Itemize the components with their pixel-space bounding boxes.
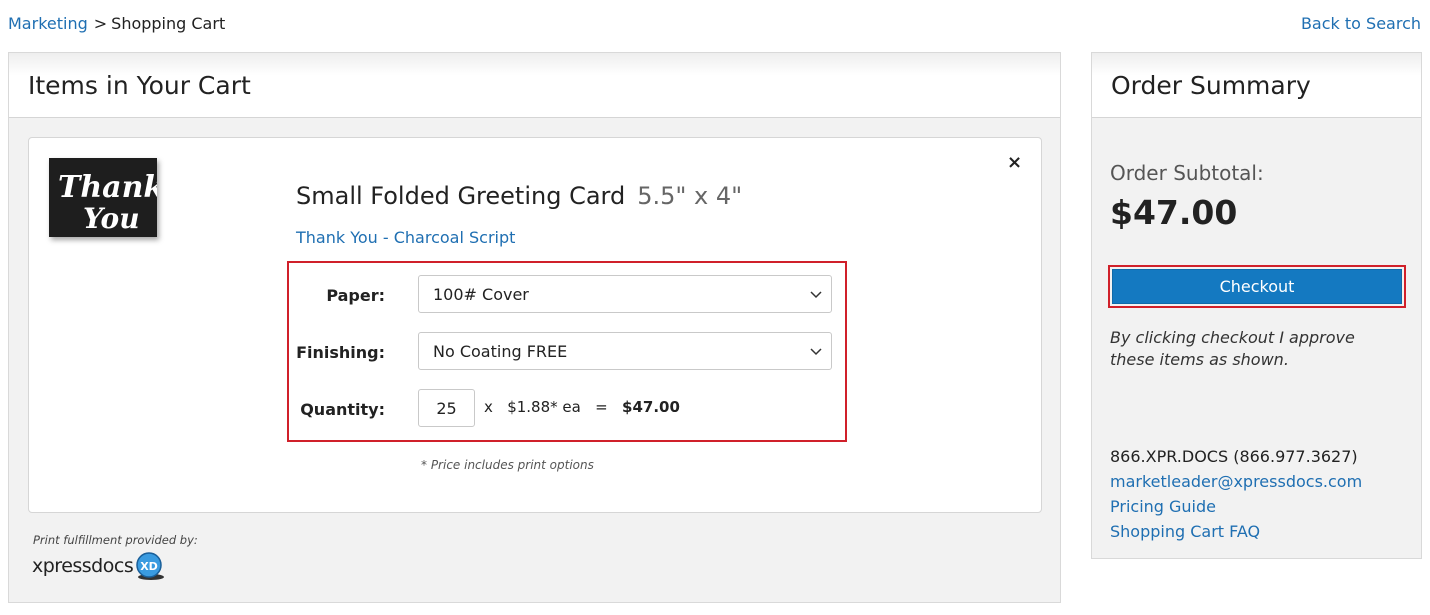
xpressdocs-logo-icon: XD: [136, 552, 165, 580]
approve-note: By clicking checkout I approve these ite…: [1110, 328, 1355, 369]
thumbnail-word-1: Thank: [58, 170, 157, 205]
fulfillment-note: Print fulfillment provided by:: [33, 533, 198, 547]
multiply-sign: x: [484, 398, 493, 416]
contact-info: 866.XPR.DOCS (866.977.3627) marketleader…: [1110, 444, 1362, 544]
checkout-highlight-box: Checkout: [1108, 265, 1406, 308]
product-design-link[interactable]: Thank You - Charcoal Script: [296, 228, 515, 247]
quantity-label: Quantity:: [300, 400, 385, 419]
price-calculation: x $1.88* ea = $47.00: [484, 398, 680, 416]
cart-header: Items in Your Cart: [9, 53, 1060, 118]
remove-item-close-icon[interactable]: ×: [1007, 152, 1022, 173]
breadcrumb: Marketing > Shopping Cart: [8, 14, 225, 33]
order-summary-panel: Order Summary Order Subtotal: $47.00 Che…: [1091, 52, 1422, 559]
checkout-button[interactable]: Checkout: [1112, 269, 1402, 304]
subtotal-label: Order Subtotal:: [1110, 161, 1264, 185]
phone-number: 866.XPR.DOCS (866.977.3627): [1110, 447, 1358, 466]
breadcrumb-current: Shopping Cart: [111, 14, 226, 33]
provider-badge-text: XD: [140, 560, 158, 573]
shopping-cart-faq-link[interactable]: Shopping Cart FAQ: [1110, 519, 1362, 544]
product-size: 5.5" x 4": [637, 182, 743, 210]
line-total: $47.00: [622, 398, 680, 416]
chevron-down-icon: [810, 348, 822, 356]
cart-heading: Items in Your Cart: [28, 71, 251, 100]
subtotal-value: $47.00: [1110, 193, 1238, 232]
product-title: Small Folded Greeting Card: [296, 182, 626, 210]
summary-header: Order Summary: [1092, 53, 1421, 118]
breadcrumb-marketing-link[interactable]: Marketing: [8, 14, 88, 33]
cart-item-card: Thank You × Small Folded Greeting Card 5.…: [28, 137, 1042, 513]
email-link[interactable]: marketleader@xpressdocs.com: [1110, 469, 1362, 494]
paper-select-value: 100# Cover: [433, 285, 529, 304]
finishing-select[interactable]: No Coating FREE: [418, 332, 832, 370]
unit-price: $1.88* ea: [507, 398, 581, 416]
back-to-search-link[interactable]: Back to Search: [1301, 14, 1421, 33]
chevron-down-icon: [810, 291, 822, 299]
cart-panel: Items in Your Cart Thank You × Small Fol…: [8, 52, 1061, 603]
pricing-guide-link[interactable]: Pricing Guide: [1110, 494, 1362, 519]
price-note: * Price includes print options: [421, 458, 594, 472]
product-thumbnail[interactable]: Thank You: [49, 158, 157, 237]
provider-name: xpressdocs: [32, 555, 134, 577]
thumbnail-word-2: You: [83, 202, 140, 235]
paper-label: Paper:: [326, 286, 385, 305]
summary-heading: Order Summary: [1111, 71, 1311, 100]
breadcrumb-separator: >: [93, 14, 108, 33]
paper-select[interactable]: 100# Cover: [418, 275, 832, 313]
finishing-label: Finishing:: [296, 343, 385, 362]
product-title-line: Small Folded Greeting Card 5.5" x 4": [296, 182, 742, 210]
quantity-input[interactable]: 25: [418, 389, 475, 427]
finishing-select-value: No Coating FREE: [433, 342, 568, 361]
options-highlight-box: Paper: 100# Cover Finishing: No Coating …: [287, 261, 847, 442]
equals-sign: =: [595, 398, 608, 416]
xpressdocs-logo: xpressdocs XD: [32, 551, 167, 581]
